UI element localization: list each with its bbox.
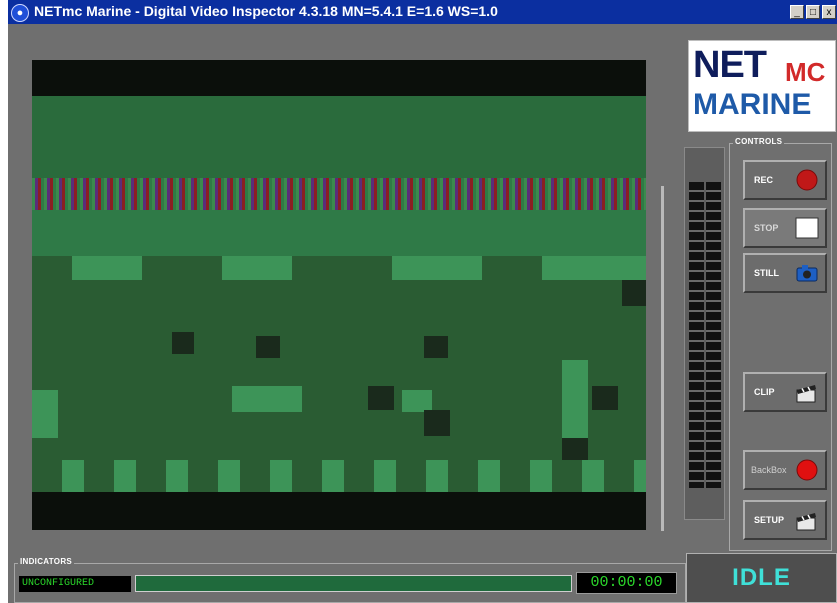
netmc-logo: NET MC MARINE [688,40,836,132]
clapperboard-icon [796,513,816,531]
level-meter-right-bar [706,182,721,488]
title-bar[interactable]: ● NETmc Marine - Digital Video Inspector… [8,0,837,24]
still-button-label: STILL [754,268,779,278]
clip-button-label: CLIP [754,387,775,397]
stop-icon [795,217,819,239]
audio-level-meter [684,147,725,520]
level-meter-left-bar [689,182,704,488]
video-scrollbar[interactable] [661,186,664,531]
close-button[interactable]: x [822,5,836,19]
controls-group-label: CONTROLS [733,137,785,146]
recording-status: IDLE [686,553,837,603]
setup-button[interactable]: SETUP [743,500,827,540]
backbox-button-label: BackBox [751,465,787,475]
timecode-display: 00:00:00 [576,572,677,594]
window-title: NETmc Marine - Digital Video Inspector 4… [34,3,498,19]
stop-button[interactable]: STOP [743,208,827,248]
video-display[interactable] [32,60,646,530]
config-status-display: UNCONFIGURED [19,576,131,592]
app-icon[interactable]: ● [11,4,29,22]
indicators-group-label: INDICATORS [18,557,75,566]
record-icon [796,169,818,191]
logo-net-text: NET [693,44,767,86]
clapperboard-icon [796,385,816,403]
progress-bar [135,575,572,592]
rec-button-label: REC [754,175,774,185]
logo-mc-text: MC [785,57,826,87]
minimize-button[interactable]: _ [790,5,804,19]
clip-button[interactable]: CLIP [743,372,827,412]
rec-button[interactable]: REC [743,160,827,200]
record-icon [796,459,818,481]
stop-button-label: STOP [754,223,779,233]
camera-icon [796,265,818,282]
setup-button-label: SETUP [754,515,785,525]
maximize-button[interactable]: □ [806,5,820,19]
still-button[interactable]: STILL [743,253,827,293]
logo-marine-text: MARINE [693,88,812,121]
backbox-button[interactable]: BackBox [743,450,827,490]
